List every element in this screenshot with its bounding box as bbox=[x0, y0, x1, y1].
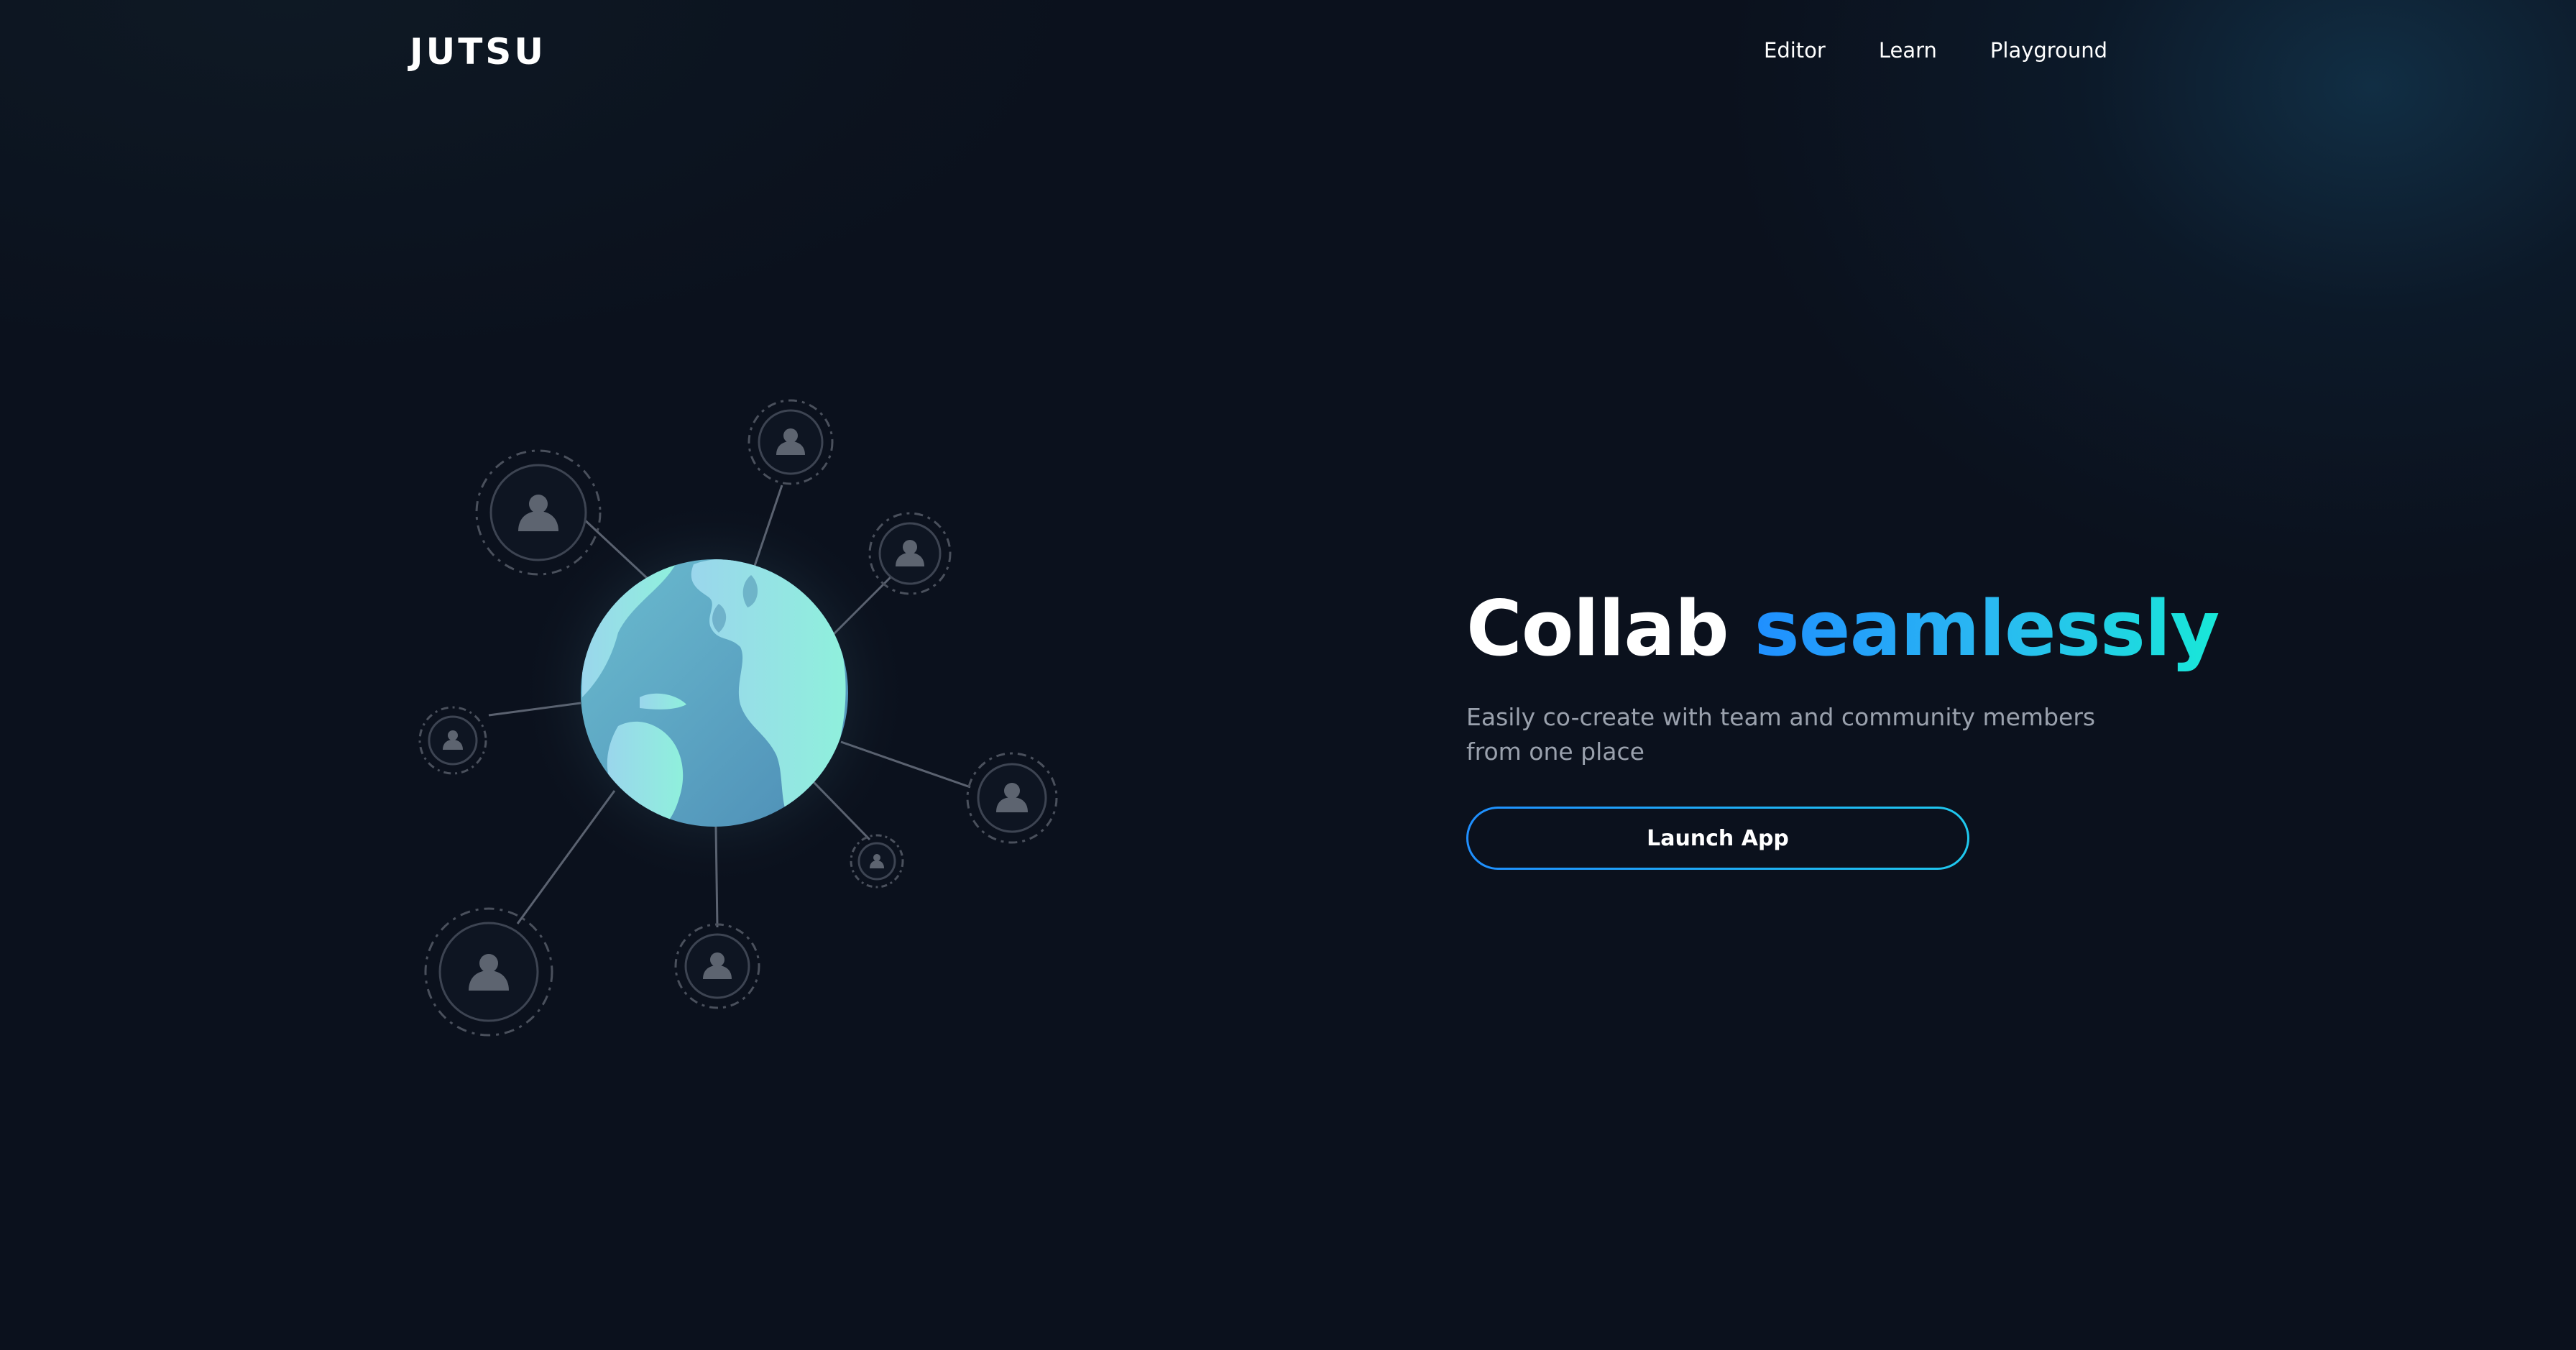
hero-title-accent: seamlessly bbox=[1754, 584, 2220, 673]
user-node bbox=[748, 399, 834, 485]
nav-link-editor[interactable]: Editor bbox=[1764, 35, 1826, 66]
main-nav: Editor Learn Playground bbox=[1764, 35, 2107, 66]
launch-app-button-label: Launch App bbox=[1468, 809, 1967, 868]
collaboration-illustration bbox=[402, 388, 1078, 1050]
nav-link-playground[interactable]: Playground bbox=[1990, 35, 2107, 66]
nav-link-learn[interactable]: Learn bbox=[1879, 35, 1937, 66]
user-node bbox=[674, 923, 760, 1009]
hero-subtitle: Easily co-create with team and community… bbox=[1466, 703, 2096, 766]
logo[interactable]: JUTSU bbox=[410, 29, 546, 75]
hero-title-plain: Collab bbox=[1466, 584, 1754, 673]
user-node bbox=[966, 752, 1058, 844]
user-node bbox=[418, 706, 487, 775]
header: JUTSU Editor Learn Playground bbox=[0, 0, 2576, 101]
user-node bbox=[424, 907, 553, 1037]
launch-app-button[interactable]: Launch App bbox=[1466, 807, 1969, 870]
hero-title: Collab seamlessly bbox=[1466, 582, 2221, 676]
landing-page: JUTSU Editor Learn Playground Collab sea… bbox=[0, 0, 2576, 1350]
user-node bbox=[850, 834, 904, 888]
user-node bbox=[868, 512, 952, 595]
hero-section: Collab seamlessly Easily co-create with … bbox=[1466, 582, 2221, 870]
